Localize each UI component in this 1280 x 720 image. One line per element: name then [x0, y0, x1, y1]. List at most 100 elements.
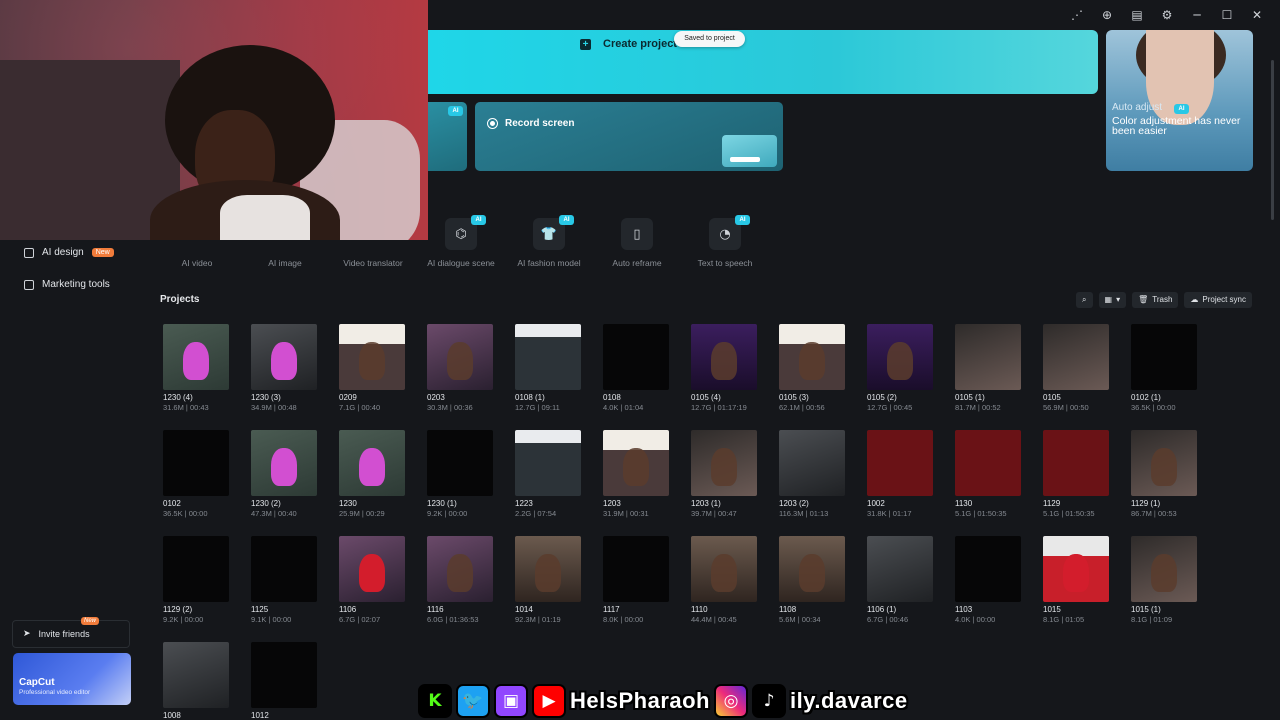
project-thumbnail[interactable]	[1131, 324, 1197, 390]
project-card[interactable]: 1002 31.8K | 01:17	[867, 430, 933, 518]
project-thumbnail[interactable]	[779, 430, 845, 496]
project-thumbnail[interactable]	[867, 536, 933, 602]
project-thumbnail[interactable]	[1131, 430, 1197, 496]
settings-icon[interactable]: ⚙	[1160, 8, 1174, 22]
project-thumbnail[interactable]	[427, 324, 493, 390]
project-card[interactable]: 1110 44.4M | 00:45	[691, 536, 757, 624]
project-thumbnail[interactable]	[427, 430, 493, 496]
minimize-icon[interactable]: ─	[1190, 8, 1204, 22]
project-card[interactable]: 1015 8.1G | 01:05	[1043, 536, 1109, 624]
project-thumbnail[interactable]	[339, 536, 405, 602]
project-thumbnail[interactable]	[603, 536, 669, 602]
project-thumbnail[interactable]	[515, 430, 581, 496]
create-project-button[interactable]: + Create project	[580, 38, 677, 50]
trash-button[interactable]: 🗑 Trash	[1132, 292, 1179, 308]
project-card[interactable]: 0102 (1) 36.5K | 00:00	[1131, 324, 1197, 412]
project-thumbnail[interactable]	[955, 324, 1021, 390]
project-card[interactable]: 1230 (2) 47.3M | 00:40	[251, 430, 317, 518]
project-thumbnail[interactable]	[251, 430, 317, 496]
project-card[interactable]: 1223 2.2G | 07:54	[515, 430, 581, 518]
project-card[interactable]: 0105 (3) 62.1M | 00:56	[779, 324, 845, 412]
project-card[interactable]: 1108 5.6M | 00:34	[779, 536, 845, 624]
project-thumbnail[interactable]	[955, 536, 1021, 602]
capcut-brand-card[interactable]: CapCut Professional video editor	[13, 653, 131, 705]
project-sync-button[interactable]: ☁ Project sync	[1184, 292, 1252, 308]
project-thumbnail[interactable]	[691, 536, 757, 602]
project-thumbnail[interactable]	[251, 536, 317, 602]
project-thumbnail[interactable]	[163, 642, 229, 708]
feedback-icon[interactable]: ▤	[1130, 8, 1144, 22]
project-card[interactable]: 1230 (4) 31.6M | 00:43	[163, 324, 229, 412]
project-thumbnail[interactable]	[515, 324, 581, 390]
project-thumbnail[interactable]	[163, 536, 229, 602]
project-card[interactable]: 0203 30.3M | 00:36	[427, 324, 493, 412]
project-card[interactable]: 1106 (1) 6.7G | 00:46	[867, 536, 933, 624]
project-card[interactable]: 1230 (1) 9.2K | 00:00	[427, 430, 493, 518]
project-card[interactable]: 1130 5.1G | 01:50:35	[955, 430, 1021, 518]
project-thumbnail[interactable]	[427, 536, 493, 602]
project-card[interactable]: 0105 (2) 12.7G | 00:45	[867, 324, 933, 412]
project-thumbnail[interactable]	[515, 536, 581, 602]
project-card[interactable]: 0108 4.0K | 01:04	[603, 324, 669, 412]
project-card[interactable]: 1129 (1) 86.7M | 00:53	[1131, 430, 1197, 518]
search-button[interactable]: ⌕	[1076, 292, 1093, 308]
project-thumbnail[interactable]	[691, 430, 757, 496]
scrollbar[interactable]	[1271, 60, 1274, 220]
project-card[interactable]: 1117 8.0K | 00:00	[603, 536, 669, 624]
project-thumbnail[interactable]	[779, 324, 845, 390]
project-thumbnail[interactable]	[251, 324, 317, 390]
project-thumbnail[interactable]	[1043, 430, 1109, 496]
project-card[interactable]: 1015 (1) 8.1G | 01:09	[1131, 536, 1197, 624]
tool-auto-reframe[interactable]: ▯ Auto reframe	[589, 218, 685, 268]
auto-adjust-promo[interactable]: Auto adjust AI Color adjustment has neve…	[1106, 30, 1253, 171]
sidebar-item-ai-design[interactable]: AI design New	[24, 247, 114, 258]
project-card[interactable]: 0102 36.5K | 00:00	[163, 430, 229, 518]
record-screen-button[interactable]: Record screen	[488, 118, 574, 129]
project-thumbnail[interactable]	[1131, 536, 1197, 602]
project-thumbnail[interactable]	[1043, 536, 1109, 602]
project-card[interactable]: 0108 (1) 12.7G | 09:11	[515, 324, 581, 412]
project-thumbnail[interactable]	[251, 642, 317, 708]
project-thumbnail[interactable]	[691, 324, 757, 390]
project-card[interactable]: 10129.1K | 00:00	[251, 642, 317, 720]
project-card[interactable]: 0209 7.1G | 00:40	[339, 324, 405, 412]
project-card[interactable]: 1129 5.1G | 01:50:35	[1043, 430, 1109, 518]
project-card[interactable]: 0105 56.9M | 00:50	[1043, 324, 1109, 412]
project-card[interactable]: 1106 6.7G | 02:07	[339, 536, 405, 624]
project-thumbnail[interactable]	[1043, 324, 1109, 390]
project-card[interactable]: 1125 9.1K | 00:00	[251, 536, 317, 624]
project-thumbnail[interactable]	[603, 324, 669, 390]
share-icon[interactable]: ⋰	[1070, 8, 1084, 22]
project-thumbnail[interactable]	[779, 536, 845, 602]
upload-icon[interactable]: ⊕	[1100, 8, 1114, 22]
project-card[interactable]: 1116 6.0G | 01:36:53	[427, 536, 493, 624]
project-card[interactable]: 1103 4.0K | 00:00	[955, 536, 1021, 624]
view-toggle-button[interactable]: ▦ ▾	[1098, 292, 1127, 308]
project-card[interactable]: 1203 (2) 116.3M | 01:13	[779, 430, 845, 518]
project-card[interactable]: 1203 (1) 39.7M | 00:47	[691, 430, 757, 518]
project-card[interactable]: 1203 31.9M | 00:31	[603, 430, 669, 518]
project-card[interactable]: 1230 25.9M | 00:29	[339, 430, 405, 518]
project-thumbnail[interactable]	[339, 324, 405, 390]
project-card[interactable]: 0105 (1) 81.7M | 00:52	[955, 324, 1021, 412]
project-thumbnail[interactable]	[339, 430, 405, 496]
create-project-banner[interactable]	[428, 30, 1098, 94]
invite-friends-button[interactable]: ➤ Invite friends New	[12, 617, 130, 648]
maximize-icon[interactable]: ☐	[1220, 8, 1234, 22]
project-card[interactable]: 1014 92.3M | 01:19	[515, 536, 581, 624]
tool-text-to-speech[interactable]: ◔ AI Text to speech	[677, 215, 773, 268]
project-card[interactable]: 1129 (2) 9.2K | 00:00	[163, 536, 229, 624]
project-thumbnail[interactable]	[163, 324, 229, 390]
project-thumbnail[interactable]	[603, 430, 669, 496]
project-card[interactable]: 10086.1G | 00:55	[163, 642, 229, 720]
project-card[interactable]: 1230 (3) 34.9M | 00:48	[251, 324, 317, 412]
project-thumbnail[interactable]	[955, 430, 1021, 496]
close-icon[interactable]: ✕	[1250, 8, 1264, 22]
project-thumbnail[interactable]	[867, 324, 933, 390]
ai-feature-card[interactable]: AI	[428, 102, 467, 171]
tool-ai-fashion-model[interactable]: 👕 AI AI fashion model	[501, 215, 597, 268]
project-thumbnail[interactable]	[867, 430, 933, 496]
project-thumbnail[interactable]	[163, 430, 229, 496]
project-card[interactable]: 0105 (4) 12.7G | 01:17:19	[691, 324, 757, 412]
sidebar-item-marketing-tools[interactable]: Marketing tools	[24, 279, 110, 290]
